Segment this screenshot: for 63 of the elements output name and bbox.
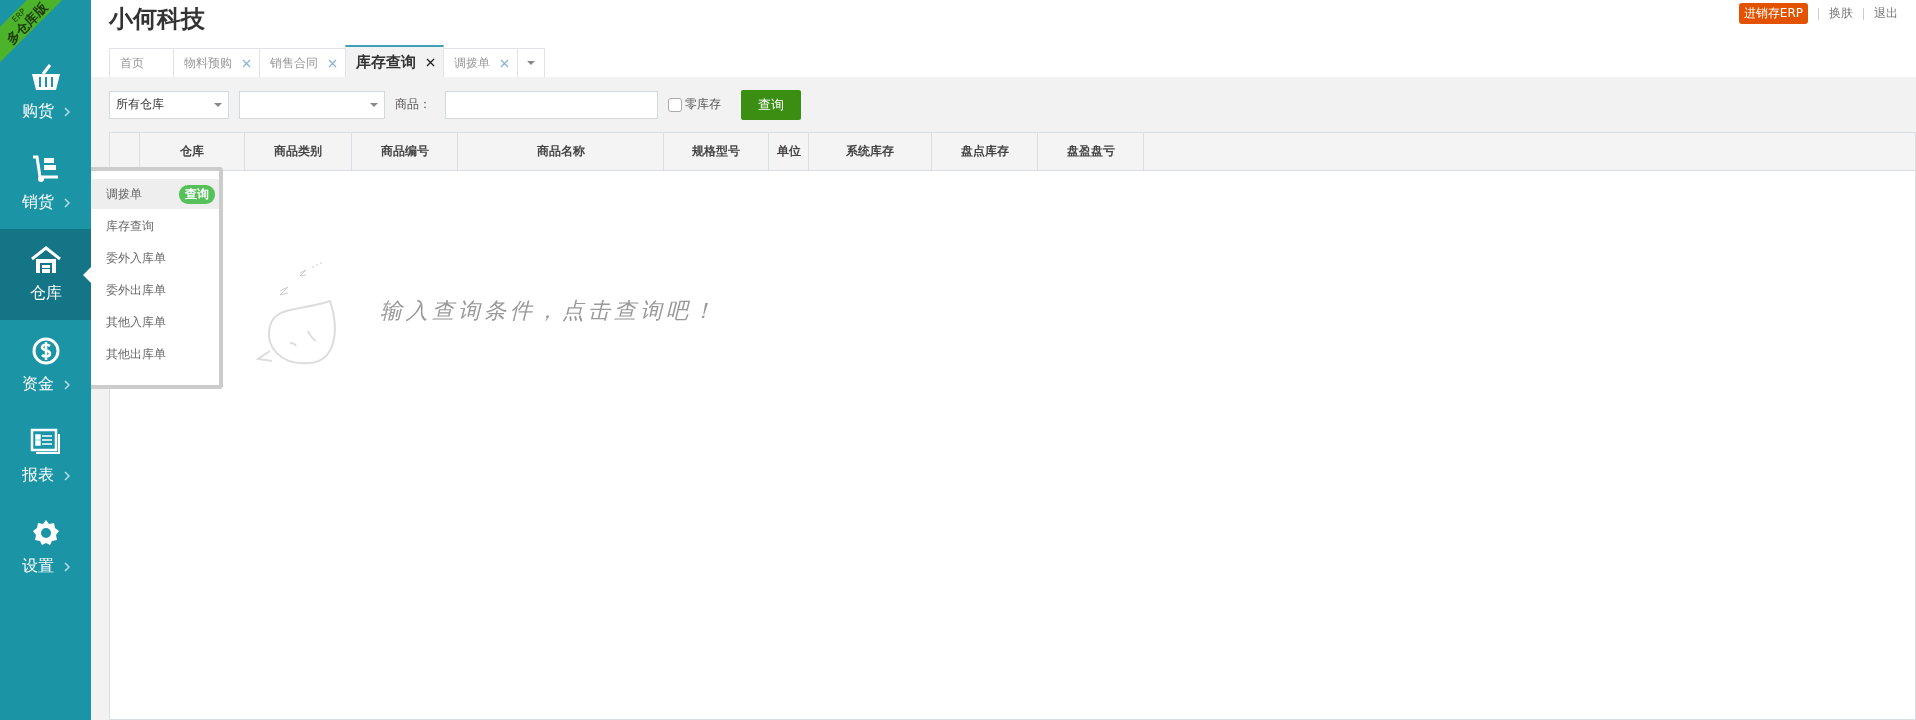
sidebar-item[interactable]: 资金 xyxy=(0,320,91,411)
header-link[interactable]: 退出 xyxy=(1874,5,1898,22)
chevron-icon xyxy=(63,561,70,572)
column-header: 商品类别 xyxy=(245,133,352,170)
sidebar-item[interactable]: 仓库 xyxy=(0,229,91,320)
sidebar-label: 报表 xyxy=(21,465,54,486)
sidebar-item[interactable]: 购货 xyxy=(0,47,91,138)
column-header: 规格型号 xyxy=(664,133,769,170)
sidebar-label: 资金 xyxy=(21,374,54,395)
report-icon xyxy=(29,427,62,457)
header-link[interactable]: 换肤 xyxy=(1829,5,1853,22)
menu-item-label: 库存查询 xyxy=(106,217,154,235)
menu-item-label: 其他入库单 xyxy=(106,313,166,331)
column-header: 仓库 xyxy=(140,133,245,170)
tab[interactable]: 库存查询 xyxy=(345,45,444,77)
chevron-icon xyxy=(63,197,70,208)
product-input[interactable] xyxy=(445,90,658,119)
tab[interactable]: 首页 xyxy=(109,48,174,77)
sidebar-item[interactable]: 报表 xyxy=(0,411,91,502)
close-icon[interactable] xyxy=(426,57,435,67)
tab-dropdown-button[interactable] xyxy=(517,48,545,77)
menu-item[interactable]: 库存查询 xyxy=(91,211,219,241)
tab-label: 物料预购 xyxy=(184,54,232,72)
menu-item-label: 委外出库单 xyxy=(106,281,166,299)
menu-item[interactable]: 调拨单 查询 xyxy=(91,179,219,209)
column-header: 商品名称 xyxy=(458,133,664,170)
warehouse-select[interactable]: 所有仓库 xyxy=(109,90,229,119)
warehouse-icon xyxy=(29,245,62,275)
basket-icon xyxy=(29,63,62,93)
chevron-icon xyxy=(63,106,70,117)
sidebar-label: 销货 xyxy=(21,192,54,213)
menu-item[interactable]: 委外出库单 xyxy=(91,275,219,305)
zero-stock-checkbox[interactable] xyxy=(668,97,682,112)
product-label: 商品： xyxy=(395,96,431,113)
company-title: 小何科技 xyxy=(109,4,205,35)
column-header: 系统库存 xyxy=(809,133,932,170)
query-badge[interactable]: 查询 xyxy=(179,184,215,204)
chevron-icon xyxy=(63,470,70,481)
column-header: 盘盈盘亏 xyxy=(1038,133,1144,170)
menu-item-label: 委外入库单 xyxy=(106,249,166,267)
menu-item[interactable]: 委外入库单 xyxy=(91,243,219,273)
tab-label: 首页 xyxy=(120,54,144,72)
tab-label: 调拨单 xyxy=(454,54,490,72)
column-header: 单位 xyxy=(769,133,809,170)
menu-item-label: 调拨单 xyxy=(106,185,142,203)
sidebar-label: 仓库 xyxy=(29,283,62,304)
zero-stock-label: 零库存 xyxy=(685,96,721,113)
sidebar-label: 设置 xyxy=(21,556,54,577)
menu-item[interactable]: 其他入库单 xyxy=(91,307,219,337)
sidebar-item[interactable]: 设置 xyxy=(0,502,91,593)
menu-item-label: 其他出库单 xyxy=(106,345,166,363)
erp-badge[interactable]: 进销存ERP xyxy=(1738,3,1808,24)
category-select[interactable] xyxy=(239,90,385,119)
query-button[interactable]: 查询 xyxy=(741,89,801,120)
sidebar-label: 购货 xyxy=(21,101,54,122)
column-header: 盘点库存 xyxy=(932,133,1038,170)
menu-item[interactable]: 其他出库单 xyxy=(91,339,219,369)
chevron-icon xyxy=(63,379,70,390)
tab-label: 库存查询 xyxy=(356,52,416,72)
sidebar-item[interactable]: 销货 xyxy=(0,138,91,229)
column-header: 商品编号 xyxy=(352,133,458,170)
tab-label: 销售合同 xyxy=(270,54,318,72)
empty-state-message: 输入查询条件，点击查询吧！ xyxy=(380,297,718,325)
